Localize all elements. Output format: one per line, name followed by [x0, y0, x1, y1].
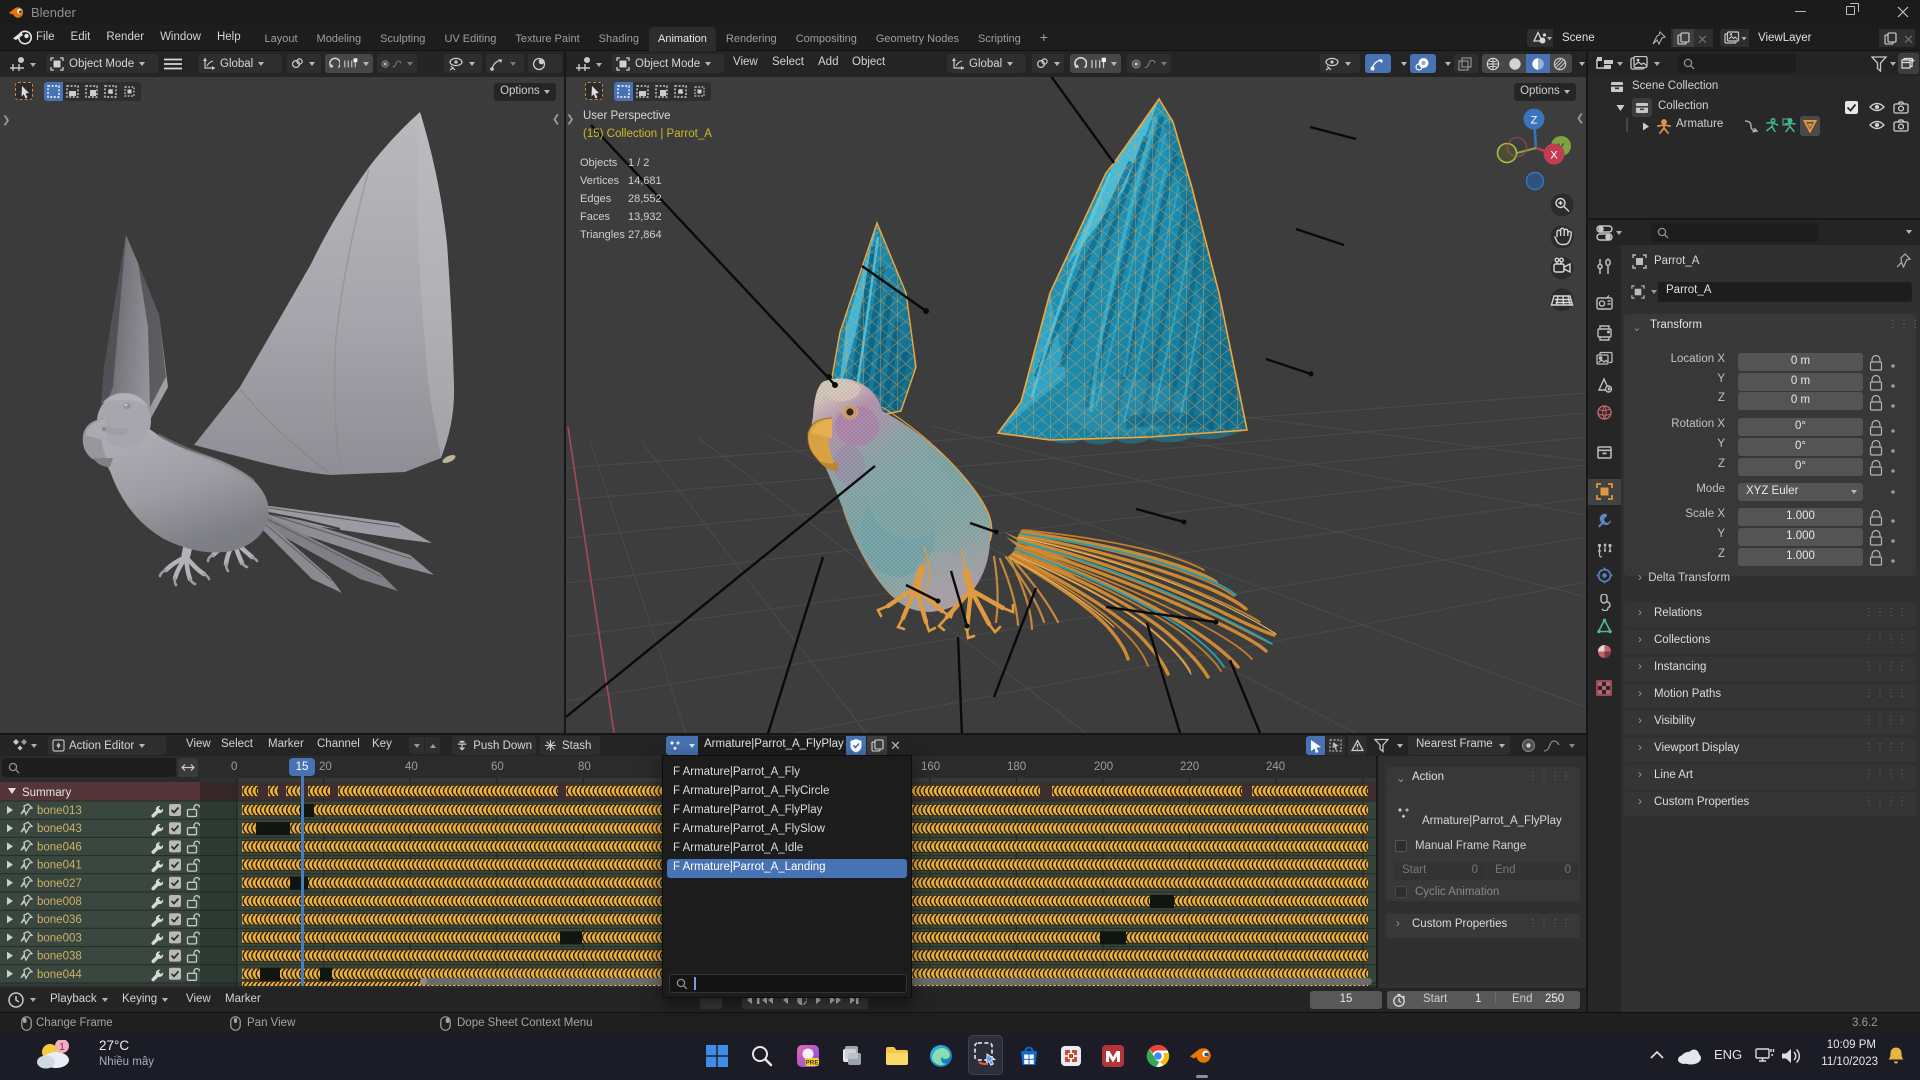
svg-text:Summary: Summary — [22, 787, 71, 799]
svg-text:Z: Z — [1531, 115, 1538, 127]
svg-text:bone008: bone008 — [37, 896, 82, 908]
svg-text:bone013: bone013 — [37, 805, 82, 817]
svg-text:bone044: bone044 — [37, 969, 82, 981]
svg-text:bone046: bone046 — [37, 841, 82, 853]
svg-text:bone036: bone036 — [37, 914, 82, 926]
svg-text:bone027: bone027 — [37, 878, 82, 890]
svg-text:1: 1 — [59, 1042, 65, 1053]
svg-text:bone043: bone043 — [37, 823, 82, 835]
svg-text:bone041: bone041 — [37, 860, 82, 872]
svg-text:PRE: PRE — [805, 1060, 819, 1067]
svg-text:bone003: bone003 — [37, 932, 82, 944]
svg-text:X: X — [1550, 150, 1558, 162]
svg-text:bone038: bone038 — [37, 951, 82, 963]
